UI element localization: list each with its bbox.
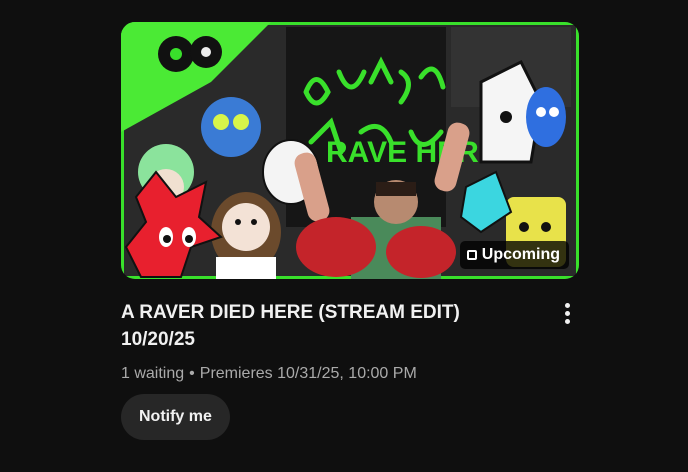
- notify-me-button[interactable]: Notify me: [121, 394, 230, 440]
- upcoming-icon: [466, 250, 477, 260]
- upcoming-badge-label: Upcoming: [481, 246, 560, 263]
- menu-dot: [564, 318, 570, 324]
- thumbnail-graffiti-text: RAVE HERE: [326, 136, 499, 169]
- metadata-separator: •: [189, 365, 195, 382]
- menu-dot: [564, 302, 570, 308]
- video-metadata-line: 1 waiting • Premieres 10/31/25, 10:00 PM: [121, 365, 539, 383]
- video-title[interactable]: A RAVER DIED HERE (STREAM EDIT) 10/20/25: [121, 299, 481, 353]
- waiting-count: 1 waiting: [121, 365, 185, 382]
- upcoming-badge: Upcoming: [459, 241, 569, 269]
- premiere-time: Premieres 10/31/25, 10:00 PM: [199, 365, 417, 382]
- video-thumbnail[interactable]: RAVE HERE Upcoming: [121, 22, 579, 279]
- more-vert-icon[interactable]: [555, 299, 579, 327]
- menu-dot: [564, 310, 570, 316]
- video-card: RAVE HERE Upcoming A RAVER DIED HERE (ST…: [121, 22, 579, 440]
- video-meta: A RAVER DIED HERE (STREAM EDIT) 10/20/25…: [121, 299, 579, 440]
